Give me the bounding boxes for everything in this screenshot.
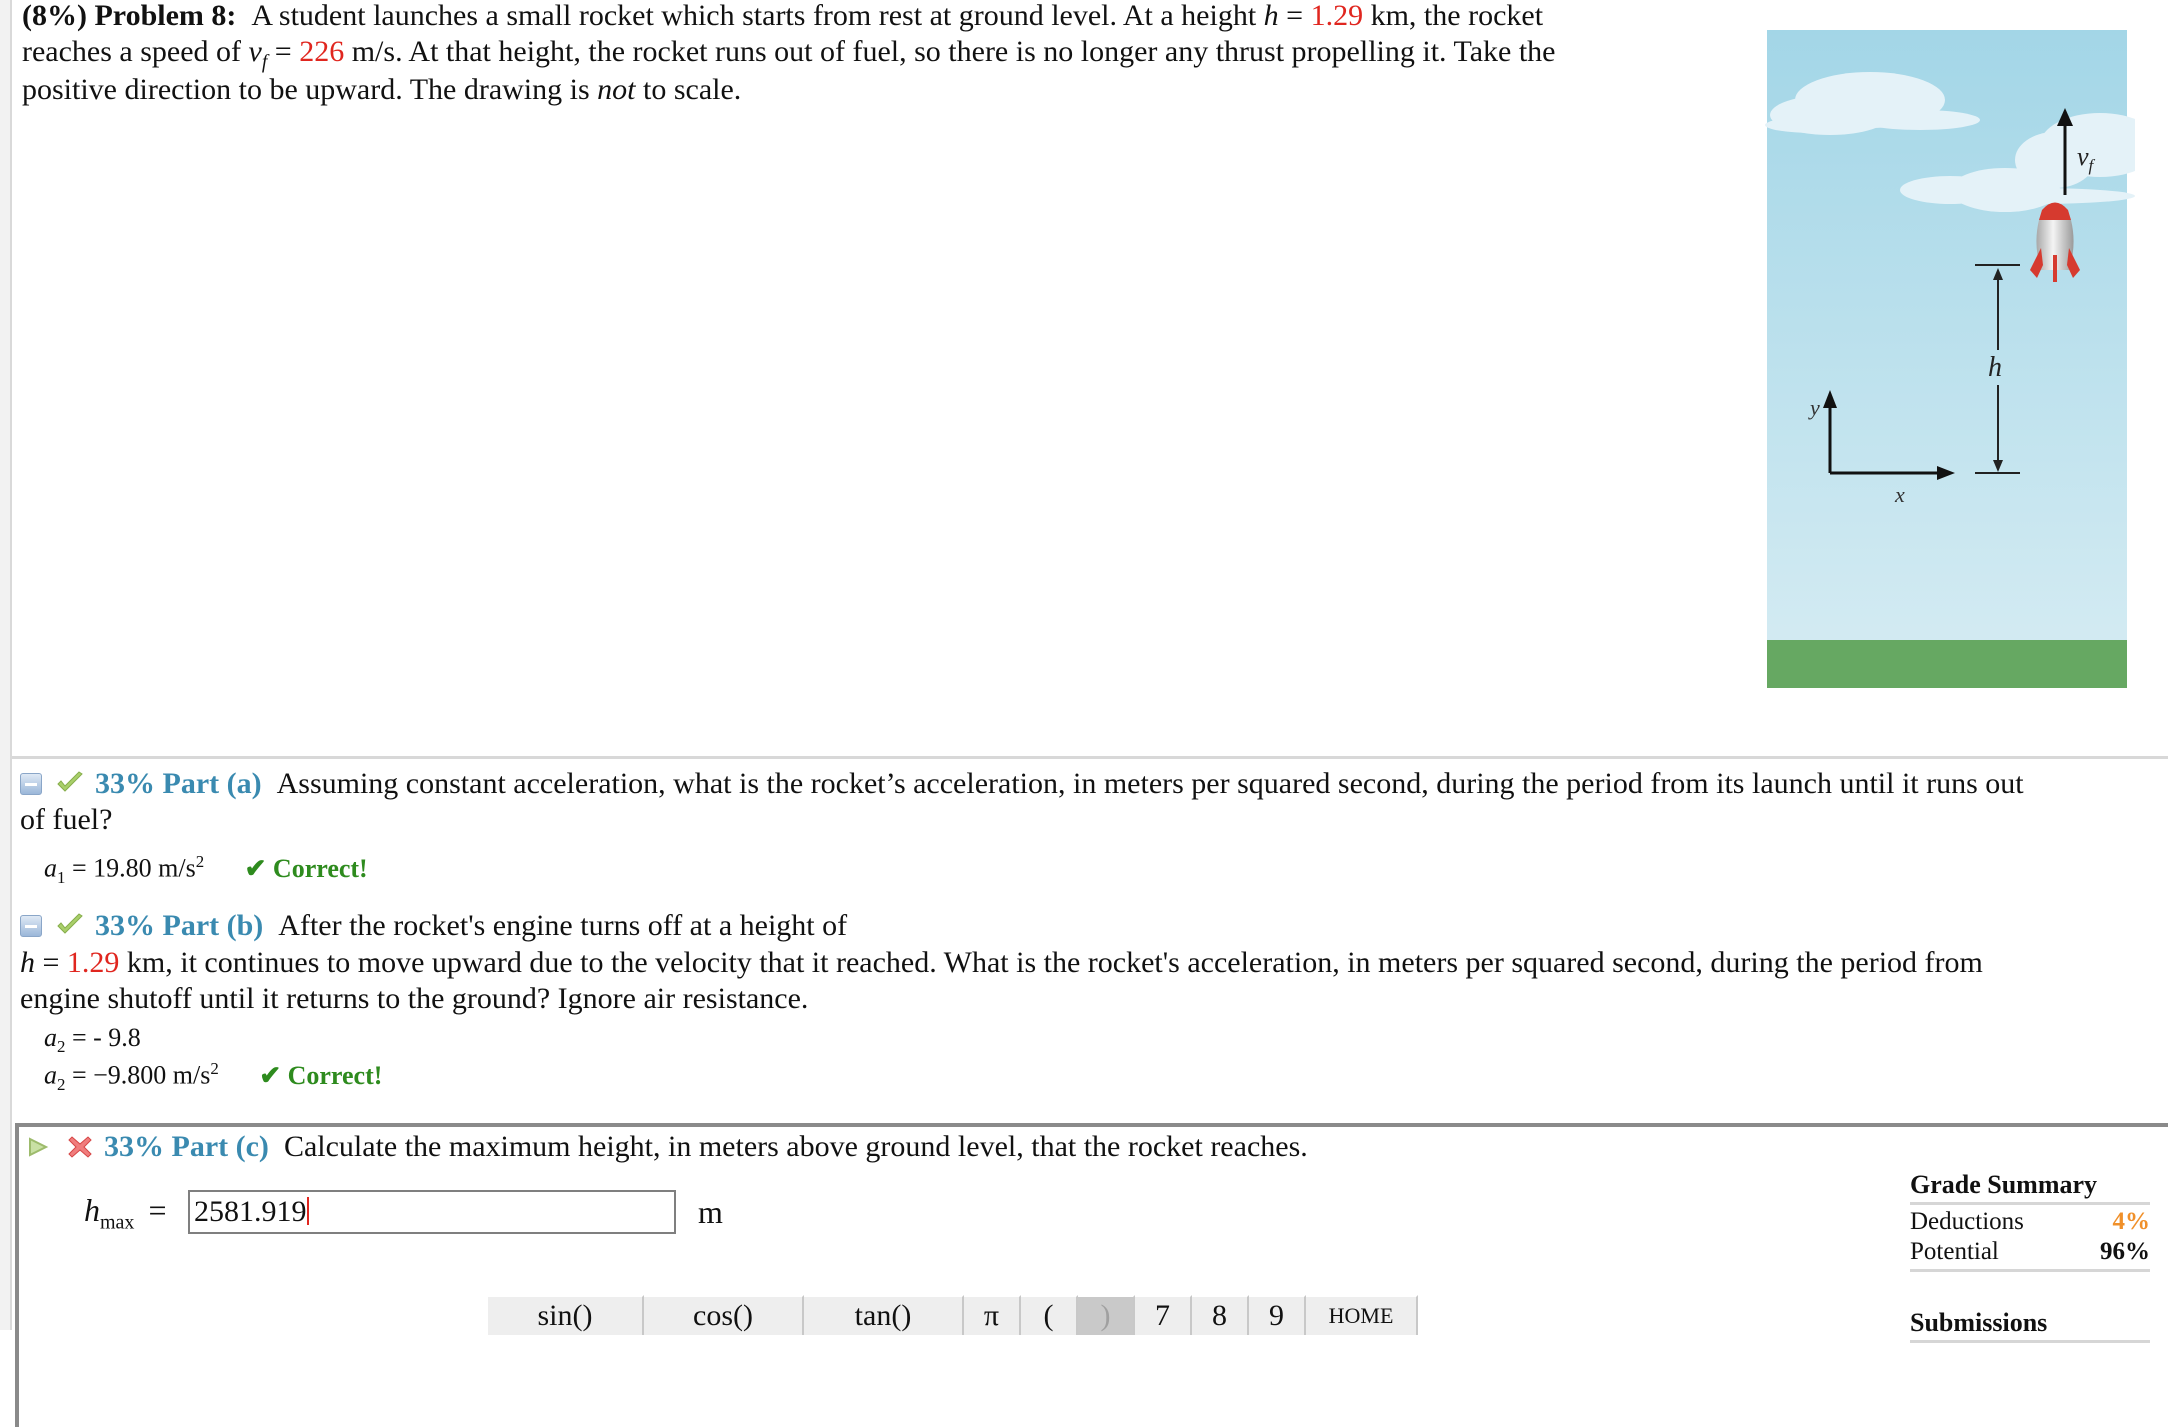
- correct-badge: ✔ Correct!: [244, 853, 368, 883]
- calculator-keypad: sin() cos() tan() π ( ) 7 8 9 HOME: [488, 1295, 1418, 1335]
- h-unit: km, the rocket: [1370, 0, 1544, 32]
- part-c-question: Calculate the maximum height, in meters …: [283, 1130, 1308, 1163]
- hmax-label: hmax =: [84, 1192, 167, 1234]
- part-a-label: Part (a): [162, 767, 262, 800]
- check-icon: [56, 913, 83, 934]
- part-a-percent: 33%: [95, 767, 155, 800]
- part-b-question-line-3: engine shutoff until it returns to the g…: [20, 982, 809, 1015]
- hmax-answer-input[interactable]: 2581.919: [188, 1190, 676, 1234]
- collapse-toggle-icon[interactable]: [20, 915, 42, 937]
- x-label: x: [1894, 482, 1905, 507]
- problem-text-2: reaches a speed of: [22, 35, 242, 68]
- correct-badge: ✔ Correct!: [259, 1060, 383, 1090]
- part-b-answer: a2 = −9.800 m/s2 ✔ Correct!: [44, 1059, 383, 1094]
- unit-label: m: [698, 1194, 723, 1230]
- key-open-paren[interactable]: (: [1021, 1295, 1078, 1335]
- y-label: y: [1808, 395, 1820, 420]
- left-gutter: [0, 0, 12, 1330]
- part-b-percent: 33%: [95, 909, 155, 942]
- potential-row: Potential 96%: [1910, 1237, 2150, 1267]
- key-cos[interactable]: cos(): [644, 1295, 804, 1335]
- part-a-header: 33% Part (a) Assuming constant accelerat…: [20, 766, 2024, 802]
- ground: [1767, 640, 2127, 688]
- given-h-value: 1.29: [1310, 0, 1364, 32]
- submissions-title: Submissions: [1910, 1308, 2150, 1343]
- part-b-header: 33% Part (b) After the rocket's engine t…: [20, 908, 847, 944]
- problem-text-3: positive direction to be upward. The dra…: [22, 73, 590, 106]
- part-b-label: Part (b): [162, 909, 264, 942]
- collapse-toggle-icon[interactable]: [20, 773, 42, 795]
- part-a-question: Assuming constant acceleration, what is …: [276, 767, 2024, 800]
- grade-summary-title: Grade Summary: [1910, 1170, 2150, 1205]
- equals-sign: =: [274, 35, 292, 68]
- part-b-question: After the rocket's engine turns off at a…: [278, 909, 848, 942]
- problem-text-3-end: to scale.: [643, 73, 742, 106]
- problem-text-3-italic: not: [597, 73, 636, 106]
- grade-summary: Grade Summary Deductions 4% Potential 96…: [1910, 1170, 2150, 1343]
- part-a-answer-value: = 19.80 m/s: [71, 853, 196, 883]
- rocket-figure: vf h y x: [1755, 20, 2160, 710]
- problem-line-3: positive direction to be upward. The dra…: [22, 72, 741, 108]
- key-9[interactable]: 9: [1249, 1295, 1306, 1335]
- play-arrow-icon[interactable]: [27, 1135, 49, 1159]
- rocket-diagram: vf h y x: [1765, 30, 2160, 688]
- potential-label: Potential: [1910, 1238, 1999, 1265]
- deductions-label: Deductions: [1910, 1208, 2024, 1235]
- problem-text-2-rest: m/s. At that height, the rocket runs out…: [351, 35, 1556, 68]
- key-tan[interactable]: tan(): [804, 1295, 964, 1335]
- part-c-percent: 33%: [104, 1130, 164, 1163]
- section-divider: [12, 756, 2168, 759]
- key-close-paren[interactable]: ): [1078, 1295, 1135, 1335]
- given-vf-value: 226: [299, 35, 345, 68]
- problem-label: Problem 8:: [94, 0, 237, 32]
- part-c-header: 33% Part (c) Calculate the maximum heigh…: [27, 1129, 1308, 1165]
- key-sin[interactable]: sin(): [488, 1295, 644, 1335]
- key-pi[interactable]: π: [964, 1295, 1021, 1335]
- deductions-value: 4%: [2112, 1208, 2151, 1235]
- problem-line-1: (8%) Problem 8: A student launches a sma…: [22, 0, 1543, 34]
- problem-text-1: A student launches a small rocket which …: [251, 0, 1257, 32]
- part-c-panel: [15, 1123, 2168, 1427]
- incorrect-x-icon: [67, 1136, 92, 1158]
- part-c-label: Part (c): [171, 1130, 269, 1163]
- part-b-question-line-2: h = 1.29 km, it continues to move upward…: [20, 946, 1983, 979]
- h-label: h: [1988, 352, 2002, 383]
- given-h-value: 1.29: [66, 946, 120, 979]
- part-a-question-cont: of fuel?: [20, 803, 113, 836]
- vf-symbol: vf: [248, 35, 268, 73]
- potential-value: 96%: [2100, 1238, 2150, 1265]
- deductions-row: Deductions 4%: [1910, 1207, 2150, 1237]
- h-symbol: h: [1263, 0, 1279, 32]
- problem-weight: (8%): [22, 0, 87, 32]
- part-b-answer-value: = −9.800 m/s: [71, 1060, 211, 1090]
- equals-sign: =: [1286, 0, 1304, 32]
- check-icon: [56, 771, 83, 792]
- key-7[interactable]: 7: [1135, 1295, 1192, 1335]
- part-a-answer: a1 = 19.80 m/s2 ✔ Correct!: [44, 852, 368, 887]
- key-8[interactable]: 8: [1192, 1295, 1249, 1335]
- text-caret: [306, 1197, 309, 1225]
- key-home[interactable]: HOME: [1306, 1295, 1418, 1335]
